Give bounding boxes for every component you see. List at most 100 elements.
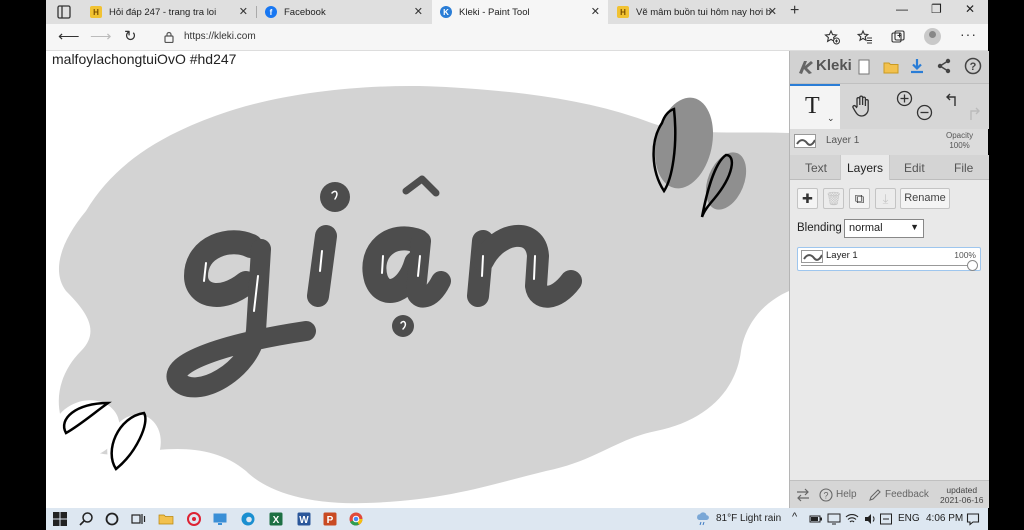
tab-kleki[interactable]: K Kleki - Paint Tool ✕ (432, 0, 608, 24)
close-tab-icon[interactable]: ✕ (768, 5, 777, 18)
tab-text[interactable]: Text (805, 161, 827, 175)
network-icon[interactable] (827, 512, 841, 526)
url-field[interactable]: https://kleki.com (184, 31, 256, 42)
notification-center-icon[interactable] (966, 512, 980, 526)
zoom-in-icon[interactable] (896, 90, 913, 107)
blending-label: Blending (797, 222, 842, 234)
powerpoint-icon[interactable]: P (322, 511, 338, 527)
browser-tab-strip: H Hỏi đáp 247 - trang tra loi ✕ f Facebo… (46, 0, 988, 24)
restore-button[interactable]: ❐ (931, 2, 942, 16)
kleki-logo-text: Kleki (816, 57, 852, 74)
weather-widget[interactable]: 81°F Light rain (716, 513, 781, 524)
current-layer-opacity: Opacity 100% (946, 131, 973, 151)
language-indicator[interactable]: ENG (898, 513, 920, 524)
feedback-link[interactable]: Feedback (885, 489, 929, 500)
help-circle-icon[interactable]: ? (964, 57, 982, 75)
download-icon[interactable] (909, 58, 925, 74)
feedback-icon[interactable] (868, 488, 882, 502)
current-layer-thumbnail (794, 134, 816, 148)
updated-info: updated 2021-06-16 (940, 485, 983, 505)
rename-layer-button[interactable]: Rename (900, 188, 950, 209)
file-explorer-icon[interactable] (158, 511, 174, 527)
word-icon[interactable]: W (296, 511, 312, 527)
wifi-icon[interactable] (845, 512, 859, 526)
close-tab-icon[interactable]: ✕ (239, 5, 248, 18)
collections-icon[interactable] (890, 29, 906, 45)
layer-list-item[interactable]: Layer 1 100% (797, 247, 981, 271)
profile-avatar[interactable] (924, 28, 941, 45)
redo-icon[interactable] (965, 106, 981, 122)
svg-text:P: P (327, 515, 334, 526)
lock-icon[interactable] (164, 31, 174, 43)
facebook-icon: f (265, 6, 277, 18)
layer-thumbnail (801, 250, 823, 263)
layer-opacity-slider-handle[interactable] (967, 260, 978, 271)
open-folder-icon[interactable] (883, 59, 899, 75)
add-favorite-icon[interactable] (824, 29, 840, 45)
canvas-caption: malfoylachongtuiOvO #hd247 (52, 51, 237, 67)
blending-value: normal (849, 222, 883, 234)
canvas-artwork[interactable] (46, 51, 789, 508)
monitor-app-icon[interactable] (212, 511, 228, 527)
layer-item-opacity: 100% (954, 250, 976, 260)
new-tab-button[interactable]: + (790, 2, 799, 20)
share-icon[interactable] (936, 58, 952, 74)
merge-layer-button[interactable]: ⤓ (875, 188, 896, 209)
chevron-down-icon[interactable]: ⌄ (827, 113, 835, 124)
close-tab-icon[interactable]: ✕ (414, 5, 423, 18)
tab-actions-icon[interactable] (56, 4, 72, 20)
close-tab-icon[interactable]: ✕ (591, 5, 600, 18)
close-window-button[interactable]: ✕ (965, 2, 975, 16)
app-red-icon[interactable] (186, 511, 202, 527)
svg-text:?: ? (970, 61, 977, 73)
weather-rain-icon[interactable] (696, 512, 710, 526)
h-247-icon: H (617, 6, 629, 18)
zoom-out-icon[interactable] (916, 104, 933, 121)
add-layer-button[interactable]: ✚ (797, 188, 818, 209)
cortana-icon[interactable] (104, 511, 120, 527)
h-247-icon: H (90, 6, 102, 18)
hand-tool-icon[interactable] (850, 94, 874, 118)
tab-ve-mam[interactable]: H Vẽ mâm buồn tui hôm nay hơi b ✕ (609, 0, 785, 24)
tab-layers[interactable]: Layers (840, 155, 891, 181)
tab-facebook[interactable]: f Facebook ✕ (257, 0, 431, 24)
drawing-canvas[interactable]: malfoylachongtuiOvO #hd247 (46, 51, 789, 508)
updated-label: updated (946, 485, 978, 495)
windows-taskbar: X W P 81°F Light rain ^ ENG 4:06 PM (46, 508, 988, 530)
new-image-icon[interactable] (856, 59, 872, 75)
minimize-button[interactable]: — (896, 2, 908, 16)
delete-layer-button[interactable]: 🗑 (823, 188, 844, 209)
reload-button[interactable]: ↻ (124, 27, 137, 45)
tab-file[interactable]: File (954, 161, 973, 175)
text-tool-button[interactable]: T ⌄ (790, 84, 840, 129)
tray-expand-icon[interactable]: ^ (792, 511, 797, 523)
swap-sides-icon[interactable] (796, 488, 810, 502)
layers-pane: ✚ 🗑 ⧉ ⤓ Rename Blending normal ▼ Layer 1… (790, 180, 989, 480)
search-icon[interactable] (78, 511, 94, 527)
tab-hoidap[interactable]: H Hỏi đáp 247 - trang tra loi ✕ (82, 0, 256, 24)
address-bar-row: ⟵ ⟶ ↻ https://kleki.com ··· (46, 24, 988, 51)
panel-tabs: Text Layers Edit File (790, 155, 989, 181)
layer-opacity-slider-track[interactable] (801, 265, 972, 266)
settings-menu-button[interactable]: ··· (960, 26, 977, 42)
tool-row: T ⌄ (790, 84, 989, 129)
battery-icon[interactable] (809, 512, 823, 526)
back-button[interactable]: ⟵ (58, 27, 80, 45)
volume-icon[interactable] (863, 512, 877, 526)
undo-icon[interactable] (945, 92, 961, 108)
task-view-icon[interactable] (130, 511, 146, 527)
duplicate-layer-button[interactable]: ⧉ (849, 188, 870, 209)
forward-button[interactable]: ⟶ (90, 27, 112, 45)
chrome-icon[interactable] (348, 511, 364, 527)
kleki-panel: Kleki ? T ⌄ Layer 1 Opacity 100% Text La… (789, 51, 989, 508)
clock-time[interactable]: 4:06 PM (926, 513, 963, 524)
edge-browser-icon[interactable] (240, 511, 256, 527)
help-icon[interactable]: ? (819, 488, 833, 502)
excel-icon[interactable]: X (268, 511, 284, 527)
help-link[interactable]: Help (836, 489, 857, 500)
windows-start-icon[interactable] (52, 511, 68, 527)
tab-edit[interactable]: Edit (904, 161, 925, 175)
input-method-icon[interactable] (879, 512, 893, 526)
favorites-icon[interactable] (857, 29, 873, 45)
blending-select[interactable]: normal ▼ (844, 219, 924, 238)
